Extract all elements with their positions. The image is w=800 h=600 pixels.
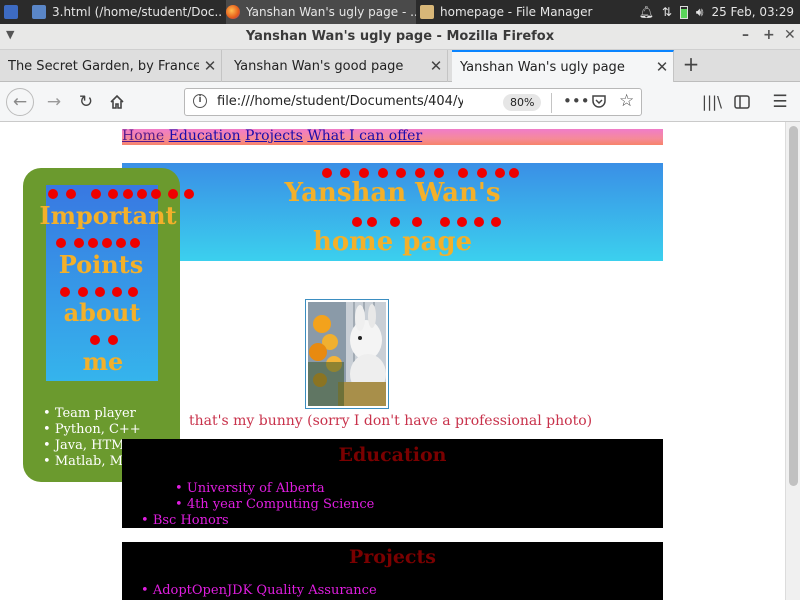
banner-title-line2: home page [312,227,473,257]
page-actions-icon[interactable]: ••• [563,92,590,110]
hamburger-icon: ☰ [772,92,788,112]
close-window-icon[interactable]: ✕ [784,27,796,43]
list-item: Team player [43,406,169,422]
taskbar-window-firefox[interactable]: Yanshan Wan's ugly page - ... [226,0,416,24]
app-menu-icon [4,5,18,19]
taskbar-window-label: 3.html (/home/student/Doc... [52,5,222,19]
site-nav-bar: Home Education Projects What I can offer [122,129,663,145]
navigation-toolbar: ← → ↻ i file:///home/student/Documents/4… [0,82,800,122]
system-tray: 🔔︎ ⇅ 🔊︎ 25 Feb, 03:29 [620,0,800,24]
tab-good-page[interactable]: Yanshan Wan's good page ✕ [226,50,448,82]
nav-link-education[interactable]: Education [169,128,241,144]
back-button[interactable]: ← [6,88,34,116]
sidebox-heading: Important Points about me [39,185,194,381]
home-icon [110,94,124,109]
notification-bell-icon[interactable]: 🔔︎ [639,5,654,19]
tab-strip: The Secret Garden, by Frances Ho ✕ Yansh… [0,50,800,82]
desktop-taskbar: 3.html (/home/student/Doc... Yanshan Wan… [0,0,800,24]
forward-arrow-icon: → [46,92,62,112]
tab-label: Yanshan Wan's good page [234,58,404,74]
sidebox-word: about [63,298,141,327]
url-bar[interactable]: i file:///home/student/Documents/404/yan… [184,88,642,116]
clock[interactable]: 25 Feb, 03:29 [711,5,794,19]
volume-icon[interactable]: 🔊︎ [696,5,704,20]
tab-secret-garden[interactable]: The Secret Garden, by Frances Ho ✕ [0,50,222,82]
decorative-dots [90,335,130,347]
url-text[interactable]: file:///home/student/Documents/404/yansh… [217,94,463,109]
bunny-image [308,302,386,406]
taskbar-window-editor[interactable]: 3.html (/home/student/Doc... [32,0,222,24]
sidebox-word: Important [39,201,177,230]
taskbar-window-label: homepage - File Manager [440,5,593,19]
maximize-icon[interactable]: + [763,27,775,43]
sidebar-toggle-button[interactable] [728,88,756,116]
taskbar-window-file-manager[interactable]: homepage - File Manager [420,0,610,24]
page-scrollbar[interactable] [785,122,800,600]
sidebar-icon [734,95,750,109]
page-banner: Yanshan Wan's home page [122,163,663,261]
tab-label: Yanshan Wan's ugly page [460,59,625,75]
close-tab-icon[interactable]: ✕ [651,58,673,76]
window-title: Yanshan Wan's ugly page - Mozilla Firefo… [245,29,555,44]
list-item: Bsc Honors [141,513,229,528]
projects-heading: Projects [349,546,436,568]
forward-button[interactable]: → [40,88,68,116]
banner-title-line1: Yanshan Wan's [284,178,501,208]
minimize-icon[interactable]: – [742,27,749,43]
bunny-photo [305,299,389,409]
decorative-dots [48,189,198,201]
nav-link-home[interactable]: Home [122,128,164,144]
folder-icon [420,5,434,19]
library-icon: |||\ [701,93,723,111]
important-points-box: Important Points about me Team player Py… [23,168,194,482]
editor-icon [32,5,46,19]
pocket-icon[interactable] [591,93,607,113]
nav-link-projects[interactable]: Projects [245,128,303,144]
site-info-icon[interactable]: i [193,94,207,108]
list-item: 4th year Computing Science [175,497,375,512]
list-item: AdoptOpenJDK Quality Assurance [141,583,377,598]
window-title-bar: ▼ Yanshan Wan's ugly page - Mozilla Fire… [0,24,800,50]
reload-button[interactable]: ↻ [72,88,100,116]
library-button[interactable]: |||\ [698,88,726,116]
sidebox-word: Points [58,250,144,279]
hamburger-menu-button[interactable]: ☰ [766,88,794,116]
reload-icon: ↻ [78,92,94,112]
scrollbar-thumb[interactable] [789,126,798,486]
list-item: University of Alberta [175,481,325,496]
firefox-icon [226,5,240,19]
photo-caption: that's my bunny (sorry I don't have a pr… [189,413,593,429]
close-tab-icon[interactable]: ✕ [199,57,221,75]
zoom-level-badge[interactable]: 80% [503,94,542,111]
projects-section: Projects AdoptOpenJDK Quality Assurance [122,542,663,600]
back-arrow-icon: ← [12,92,28,112]
network-icon[interactable]: ⇅ [662,5,672,19]
bookmark-star-icon[interactable]: ☆ [619,91,634,111]
sidebox-word: me [82,347,124,376]
home-button[interactable] [103,88,131,116]
tab-ugly-page[interactable]: Yanshan Wan's ugly page ✕ [452,50,674,82]
decorative-dots [56,238,156,250]
list-item: Python, C++ [43,422,169,438]
url-bar-divider [551,93,552,113]
nav-link-what-i-can-offer[interactable]: What I can offer [307,128,422,144]
education-heading: Education [338,444,447,466]
education-section: Education University of Alberta 4th year… [122,439,663,528]
tab-label: The Secret Garden, by Frances Ho [8,58,199,74]
app-menu-button[interactable] [4,0,26,24]
close-tab-icon[interactable]: ✕ [425,57,447,75]
battery-icon[interactable] [679,5,688,19]
taskbar-window-label: Yanshan Wan's ugly page - ... [246,5,416,19]
new-tab-button[interactable]: + [678,52,704,76]
page-content: Home Education Projects What I can offer… [0,122,785,600]
